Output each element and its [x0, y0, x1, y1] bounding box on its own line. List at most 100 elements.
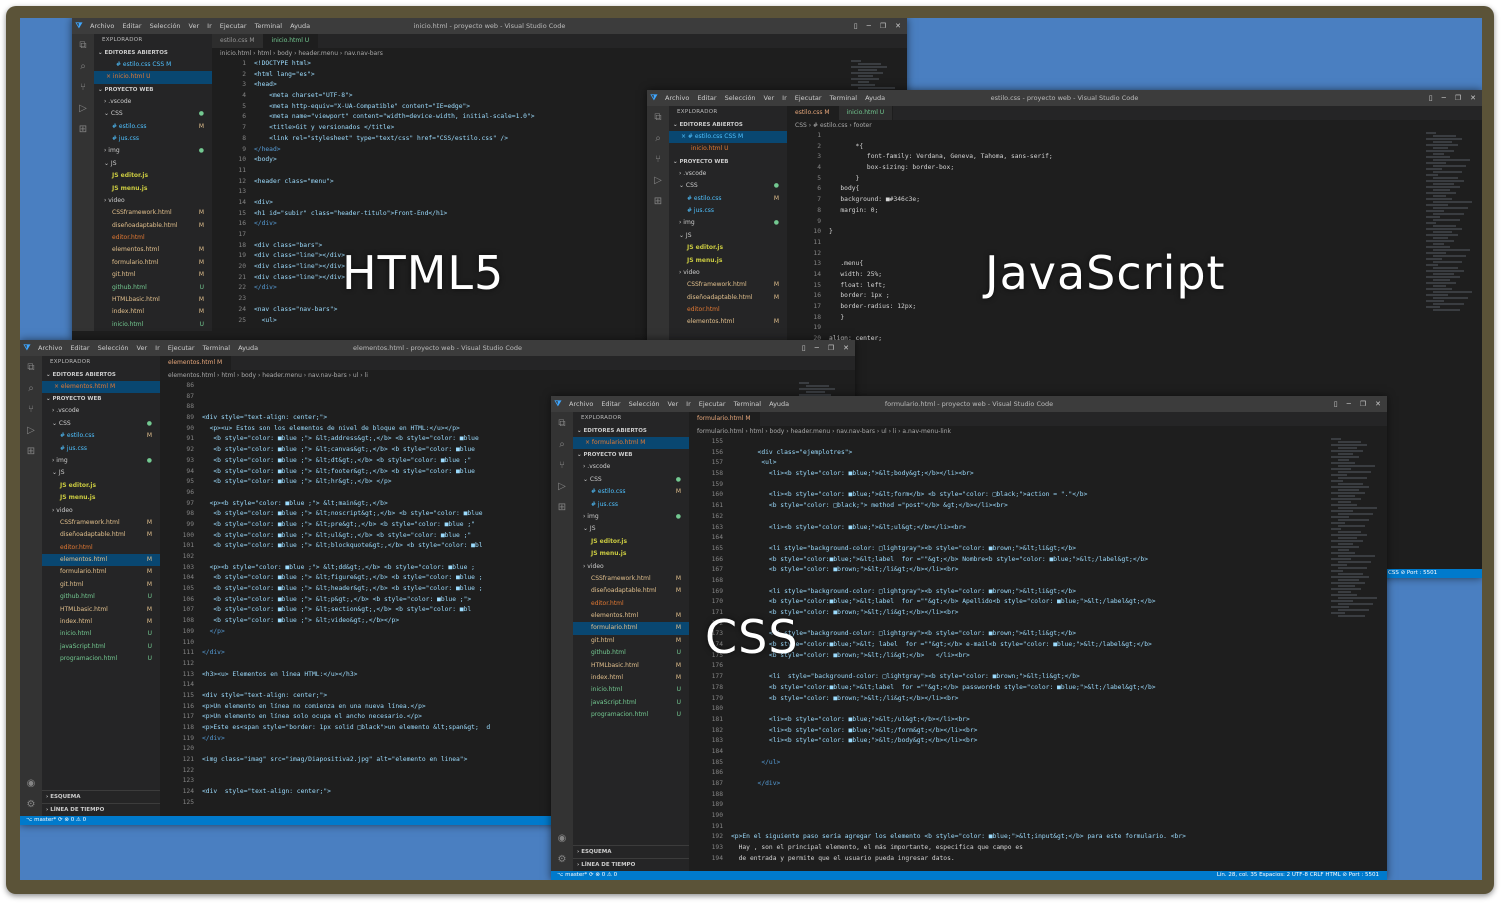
status-text[interactable]: ⌥ master* ⟳ ⊗ 0 ⚠ 0	[26, 817, 86, 823]
open-editor-item[interactable]: × formulario.html M	[573, 437, 689, 450]
status-text[interactable]: CSS ⊘ Port : 5501	[1388, 570, 1437, 576]
file-tree-item[interactable]: # estilo.css M	[94, 121, 212, 133]
menu-ir[interactable]: Ir	[207, 22, 212, 30]
file-tree-item[interactable]: CSSframework.html M	[42, 517, 160, 529]
menu-terminal[interactable]: Terminal	[830, 94, 857, 102]
layout-icon[interactable]: ▯	[1429, 94, 1433, 102]
menu-ejecutar[interactable]: Ejecutar	[795, 94, 822, 102]
file-tree-item[interactable]: › img ●	[94, 145, 212, 157]
file-tree-item[interactable]: ⌄ JS	[573, 523, 689, 535]
file-tree-item[interactable]: inicio.html U	[573, 684, 689, 696]
file-tree-item[interactable]: # jus.css	[573, 499, 689, 511]
file-tree-item[interactable]: # estilo.css M	[669, 193, 787, 205]
open-editor-item[interactable]: × # estilo.css CSS M	[669, 131, 787, 144]
status-right[interactable]: Lín. 28, col. 35 Espacios: 2 UTF-8 CRLF …	[1217, 871, 1379, 880]
open-editor-item[interactable]: × inicio.html U	[94, 71, 212, 84]
menu-terminal[interactable]: Terminal	[734, 400, 761, 408]
tab-elementos-html[interactable]: elementos.html M	[160, 356, 232, 370]
explorer-icon[interactable]: ⧉	[654, 112, 661, 123]
close-icon[interactable]: ✕	[1375, 400, 1381, 408]
menu-ver[interactable]: Ver	[668, 400, 679, 408]
file-tree-item[interactable]: JS editor.js	[42, 480, 160, 492]
file-tree-item[interactable]: ⌄ JS	[94, 158, 212, 170]
maximize-icon[interactable]: ❐	[1360, 400, 1366, 408]
file-tree-item[interactable]: # jus.css	[669, 205, 787, 217]
file-tree-item[interactable]: inicio.html U	[42, 628, 160, 640]
extensions-icon[interactable]: ⊞	[558, 502, 566, 513]
file-tree-item[interactable]: CSSframework.html M	[669, 279, 787, 291]
minimap[interactable]	[1422, 131, 1482, 569]
menu-terminal[interactable]: Terminal	[203, 344, 230, 352]
run-icon[interactable]: ▷	[654, 175, 662, 186]
file-tree-item[interactable]: index.html M	[94, 306, 212, 318]
tab-inicio-html[interactable]: inicio.html U	[838, 106, 894, 120]
menu-ir[interactable]: Ir	[782, 94, 787, 102]
open-editor-item[interactable]: inicio.html U	[669, 143, 787, 155]
timeline-section[interactable]: › LÍNEA DE TIEMPO	[573, 858, 689, 871]
account-icon[interactable]: ◉	[558, 833, 567, 844]
file-tree-item[interactable]: javaScript.html U	[42, 641, 160, 653]
file-tree-item[interactable]: JS editor.js	[573, 536, 689, 548]
file-tree-item[interactable]: # estilo.css M	[573, 486, 689, 498]
breadcrumb[interactable]: elementos.html › html › body › header.me…	[160, 370, 855, 381]
layout-icon[interactable]: ▯	[802, 344, 806, 352]
menu-ir[interactable]: Ir	[155, 344, 160, 352]
open-editors-header[interactable]: ⌄ EDITORES ABIERTOS	[94, 47, 212, 59]
menu-ejecutar[interactable]: Ejecutar	[699, 400, 726, 408]
menu-editar[interactable]: Editar	[122, 22, 141, 30]
project-header[interactable]: ⌄ PROYECTO WEB	[573, 449, 689, 461]
file-tree-item[interactable]: › img ●	[669, 217, 787, 229]
file-tree-item[interactable]: editor.html	[573, 598, 689, 610]
file-tree-item[interactable]: github.html U	[573, 647, 689, 659]
file-tree-item[interactable]: ⌄ JS	[42, 467, 160, 479]
file-tree-item[interactable]: ⌄ CSS ●	[573, 474, 689, 486]
menu-ayuda[interactable]: Ayuda	[238, 344, 258, 352]
file-tree-item[interactable]: › .vscode	[94, 96, 212, 108]
file-tree-item[interactable]: programacion.html U	[42, 653, 160, 665]
file-tree-item[interactable]: git.html M	[42, 579, 160, 591]
outline-section[interactable]: › ESQUEMA	[573, 845, 689, 858]
extensions-icon[interactable]: ⊞	[654, 196, 662, 207]
menu-ayuda[interactable]: Ayuda	[290, 22, 310, 30]
file-tree-item[interactable]: index.html M	[42, 616, 160, 628]
extensions-icon[interactable]: ⊞	[27, 446, 35, 457]
explorer-icon[interactable]: ⧉	[558, 418, 565, 429]
menu-ver[interactable]: Ver	[189, 22, 200, 30]
settings-gear-icon[interactable]: ⚙	[558, 854, 567, 865]
file-tree-item[interactable]: index.html M	[573, 672, 689, 684]
file-tree-item[interactable]: editor.html	[669, 304, 787, 316]
file-tree-item[interactable]: elementos.html M	[94, 244, 212, 256]
file-tree-item[interactable]: JS menu.js	[94, 183, 212, 195]
file-tree-item[interactable]: elementos.html M	[669, 316, 787, 328]
minimize-icon[interactable]: ─	[1347, 400, 1351, 408]
file-tree-item[interactable]: › video	[669, 267, 787, 279]
extensions-icon[interactable]: ⊞	[79, 124, 87, 135]
breadcrumb[interactable]: inicio.html › html › body › header.menu …	[212, 48, 907, 59]
file-tree-item[interactable]: github.html U	[94, 282, 212, 294]
code-text[interactable]: <div class="ejemplotres"> <ul> <li><b st…	[731, 437, 1387, 871]
file-tree-item[interactable]: elementos.html M	[42, 554, 160, 567]
source-control-icon[interactable]: ⑂	[28, 404, 34, 415]
source-control-icon[interactable]: ⑂	[655, 154, 661, 165]
file-tree-item[interactable]: inicio.html U	[94, 319, 212, 331]
project-header[interactable]: ⌄ PROYECTO WEB	[42, 393, 160, 405]
file-tree-item[interactable]: ⌄ CSS ●	[669, 180, 787, 192]
file-tree-item[interactable]: CSSframework.html M	[94, 207, 212, 219]
tab-estilo-css[interactable]: estilo.css M	[787, 106, 839, 120]
file-tree-item[interactable]: formulario.html M	[94, 257, 212, 269]
minimize-icon[interactable]: ─	[1442, 94, 1446, 102]
maximize-icon[interactable]: ❐	[880, 22, 886, 30]
close-icon[interactable]: ✕	[843, 344, 849, 352]
menu-ir[interactable]: Ir	[686, 400, 691, 408]
file-tree-item[interactable]: ⌄ JS	[669, 230, 787, 242]
file-tree-item[interactable]: elementos.html M	[573, 610, 689, 622]
file-tree-item[interactable]: # estilo.css M	[42, 430, 160, 442]
file-tree-item[interactable]: › .vscode	[669, 168, 787, 180]
maximize-icon[interactable]: ❐	[828, 344, 834, 352]
file-tree-item[interactable]: › img ●	[573, 511, 689, 523]
tab-formulario-html[interactable]: formulario.html M	[689, 412, 760, 426]
open-editors-header[interactable]: ⌄ EDITORES ABIERTOS	[573, 425, 689, 437]
file-tree-item[interactable]: javaScript.html U	[573, 697, 689, 709]
account-icon[interactable]: ◉	[27, 778, 36, 789]
file-tree-item[interactable]: JS editor.js	[669, 242, 787, 254]
